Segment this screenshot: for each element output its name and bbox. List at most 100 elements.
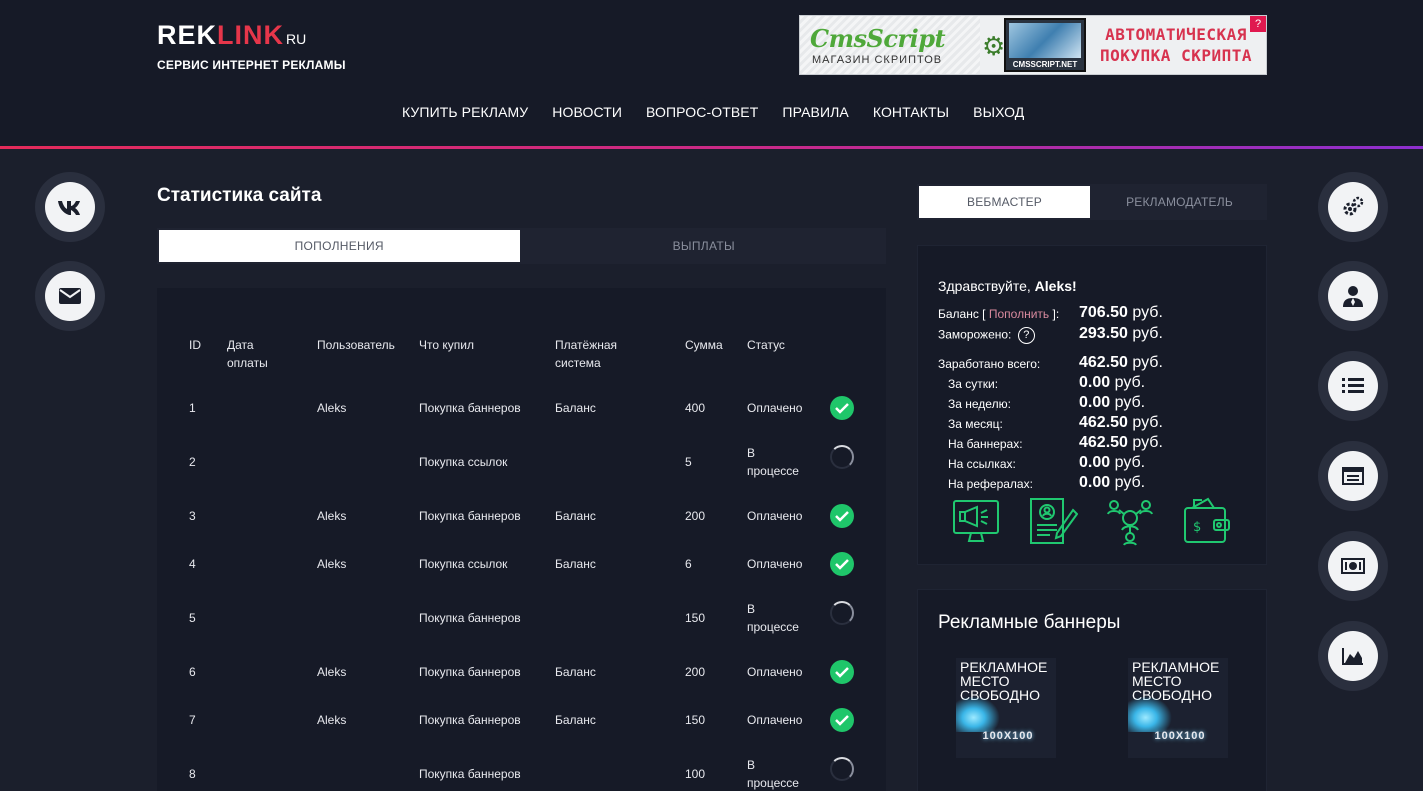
- ad-headline: АВТОМАТИЧЕСКАЯ ПОКУПКА СКРИПТА: [1096, 24, 1256, 66]
- balance-amount: 706.50: [1079, 304, 1128, 321]
- header-gradient-line: [0, 146, 1423, 149]
- check-icon: [830, 708, 854, 732]
- help-icon[interactable]: ?: [1017, 327, 1035, 344]
- column-header-user: Пользователь: [317, 338, 395, 352]
- balance-label-post: ]:: [1052, 307, 1060, 321]
- nav-faq[interactable]: ВОПРОС-ОТВЕТ: [646, 103, 758, 121]
- stat-label: На баннерах:: [948, 437, 1023, 451]
- greeting-text: Здравствуйте,: [938, 278, 1031, 294]
- stat-label: На рефералах:: [948, 477, 1033, 491]
- cell-item: Покупка баннеров: [419, 611, 521, 625]
- nav-logout[interactable]: ВЫХОД: [973, 103, 1024, 121]
- cell-sum: 5: [685, 455, 692, 469]
- cell-status: В процессе: [747, 602, 799, 634]
- settings-icon: [1328, 182, 1378, 232]
- mail-button[interactable]: [35, 261, 105, 331]
- banner-slot[interactable]: РЕКЛАМНОЕ МЕСТО СВОБОДНО 100X100: [956, 658, 1056, 758]
- stat-label: За месяц:: [948, 417, 1003, 431]
- banner-glow: [1128, 696, 1172, 732]
- wallet-icon[interactable]: $: [1182, 496, 1232, 546]
- stat-label: За сутки:: [948, 377, 999, 391]
- spinner-icon: [830, 757, 854, 781]
- check-icon: [830, 552, 854, 576]
- browser-icon: [1328, 451, 1378, 501]
- logo-part-2: LINK: [217, 20, 285, 50]
- cell-status: Оплачено: [747, 713, 803, 727]
- stat-value: 462.50 руб.: [1079, 434, 1163, 452]
- svg-text:$: $: [1193, 520, 1201, 535]
- tab-payouts[interactable]: ВЫПЛАТЫ: [524, 230, 885, 262]
- username: Aleks!: [1034, 278, 1077, 294]
- mail-icon: [45, 271, 95, 321]
- cell-status: Оплачено: [747, 509, 803, 523]
- currency-label: руб.: [1132, 325, 1163, 342]
- frozen-amount: 293.50: [1079, 325, 1128, 342]
- resume-edit-icon[interactable]: [1028, 496, 1079, 546]
- profile-button[interactable]: [1318, 261, 1388, 331]
- monitor-screen: [1009, 23, 1081, 58]
- cell-sum: 200: [685, 509, 706, 523]
- stat-value: 0.00 руб.: [1079, 374, 1145, 392]
- site-subtitle: СЕРВИС ИНТЕРНЕТ РЕКЛАМЫ: [157, 58, 346, 72]
- user-icon: [1328, 271, 1378, 321]
- cell-status: В процессе: [747, 758, 799, 790]
- stat-amount: 0.00: [1079, 474, 1111, 491]
- money-button[interactable]: [1318, 531, 1388, 601]
- nav-contacts[interactable]: КОНТАКТЫ: [873, 103, 949, 121]
- banner-slot-size: 100X100: [1154, 730, 1206, 742]
- vk-icon: [45, 182, 95, 232]
- cell-sum: 150: [685, 713, 706, 727]
- page-title: Статистика сайта: [157, 185, 322, 206]
- gear-icon: ⚙: [982, 31, 1006, 61]
- cell-payment-system: Баланс: [555, 665, 596, 679]
- ad-info-badge[interactable]: ?: [1250, 16, 1266, 32]
- topup-link[interactable]: Пополнить: [989, 307, 1049, 321]
- cell-payment-system: Баланс: [555, 509, 596, 523]
- stat-amount: 0.00: [1079, 394, 1111, 411]
- spinner-icon: [830, 601, 854, 625]
- cell-id: 1: [189, 401, 196, 415]
- monitor-icon: CMSSCRIPT.NET: [1004, 18, 1086, 72]
- monitor-caption: CMSSCRIPT.NET: [1012, 60, 1078, 69]
- main-nav: КУПИТЬ РЕКЛАМУ НОВОСТИ ВОПРОС-ОТВЕТ ПРАВ…: [402, 103, 1048, 121]
- currency-label: руб.: [1132, 434, 1163, 451]
- stat-amount: 0.00: [1079, 454, 1111, 471]
- stats-button[interactable]: [1318, 621, 1388, 691]
- list-icon: [1328, 361, 1378, 411]
- banner-slot[interactable]: РЕКЛАМНОЕ МЕСТО СВОБОДНО 100X100: [1128, 658, 1228, 758]
- browser-button[interactable]: [1318, 441, 1388, 511]
- tab-advertiser[interactable]: РЕКЛАМОДАТЕЛЬ: [1094, 186, 1265, 218]
- stat-value: 0.00 руб.: [1079, 454, 1145, 472]
- site-logo[interactable]: REKLINK RU: [157, 20, 306, 54]
- vk-button[interactable]: [35, 172, 105, 242]
- list-button[interactable]: [1318, 351, 1388, 421]
- tab-deposits[interactable]: ПОПОЛНЕНИЯ: [159, 230, 520, 262]
- cell-item: Покупка баннеров: [419, 665, 521, 679]
- banners-title: Рекламные баннеры: [938, 612, 1121, 633]
- banner-slot-size: 100X100: [982, 730, 1034, 742]
- account-panel: Здравствуйте, Aleks! Баланс [ Пополнить …: [917, 245, 1267, 565]
- nav-news[interactable]: НОВОСТИ: [552, 103, 622, 121]
- tab-webmaster[interactable]: ВЕБМАСТЕР: [919, 186, 1090, 218]
- frozen-value: 293.50 руб.: [1079, 325, 1163, 343]
- column-header-id: ID: [189, 338, 201, 352]
- monitor-ad-icon[interactable]: [951, 496, 1001, 546]
- ad-headline-line-2: ПОКУПКА СКРИПТА: [1100, 46, 1252, 65]
- currency-label: руб.: [1114, 454, 1146, 471]
- stats-tabs: ПОПОЛНЕНИЯ ВЫПЛАТЫ: [157, 228, 886, 264]
- stat-value: 0.00 руб.: [1079, 394, 1145, 412]
- stat-amount: 0.00: [1079, 374, 1111, 391]
- balance-label: Баланс [ Пополнить ]:: [938, 307, 1059, 321]
- referral-network-icon[interactable]: [1105, 496, 1155, 546]
- earned-value: 462.50 руб.: [1079, 354, 1163, 372]
- header-ad-banner[interactable]: CmsScript МАГАЗИН СКРИПТОВ ⚙ CMSSCRIPT.N…: [799, 15, 1267, 75]
- nav-rules[interactable]: ПРАВИЛА: [782, 103, 848, 121]
- currency-label: руб.: [1114, 374, 1146, 391]
- ad-shop-label: МАГАЗИН СКРИПТОВ: [812, 54, 943, 66]
- logo-suffix: RU: [286, 31, 307, 47]
- nav-buy-ads[interactable]: КУПИТЬ РЕКЛАМУ: [402, 103, 528, 121]
- settings-button[interactable]: [1318, 172, 1388, 242]
- balance-value: 706.50 руб.: [1079, 304, 1163, 322]
- cell-item: Покупка баннеров: [419, 767, 521, 781]
- cell-id: 8: [189, 767, 196, 781]
